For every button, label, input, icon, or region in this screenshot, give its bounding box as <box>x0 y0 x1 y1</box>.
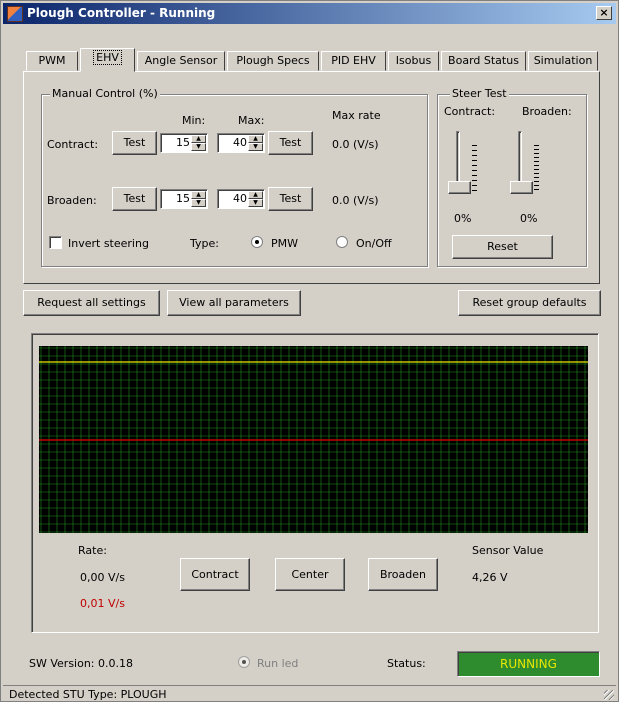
broaden-min-spinner[interactable]: 15 ▲ ▼ <box>160 189 208 209</box>
spin-up-icon[interactable]: ▲ <box>191 191 206 199</box>
sensor-value: 4,26 V <box>472 571 508 584</box>
tab-isobus[interactable]: Isobus <box>388 51 439 71</box>
max-rate-label: Max rate <box>332 109 381 122</box>
contract-min-spinner[interactable]: 15 ▲ ▼ <box>160 133 208 153</box>
sw-version: SW Version: 0.0.18 <box>29 657 133 670</box>
contract-slider-ticks <box>472 145 477 191</box>
status-bar: Detected STU Type: PLOUGH <box>3 685 616 702</box>
invert-steering-checkbox[interactable] <box>49 236 62 249</box>
tab-board-status[interactable]: Board Status <box>441 51 526 71</box>
title-bar[interactable]: Plough Controller - Running × <box>3 3 616 24</box>
rate-value-2: 0,01 V/s <box>80 597 125 610</box>
tab-label: Angle Sensor <box>144 54 218 67</box>
spin-down-icon[interactable]: ▼ <box>248 199 263 207</box>
sensor-value-label: Sensor Value <box>472 544 544 557</box>
close-button[interactable]: × <box>596 6 612 20</box>
contract-min-test-button[interactable]: Test <box>112 131 157 155</box>
spin-up-icon[interactable]: ▲ <box>248 135 263 143</box>
manual-control-legend: Manual Control (%) <box>50 87 160 100</box>
contract-rate-value: 0.0 (V/s) <box>332 138 379 151</box>
tab-plough-specs[interactable]: Plough Specs <box>227 51 319 71</box>
view-all-parameters-button[interactable]: View all parameters <box>167 290 301 316</box>
request-all-settings-button[interactable]: Request all settings <box>23 290 160 316</box>
tab-pwm[interactable]: PWM <box>26 51 78 71</box>
status-label: Status: <box>387 657 426 670</box>
rate-label: Rate: <box>78 544 107 557</box>
type-onoff-label: On/Off <box>356 237 392 250</box>
contract-max-spinner[interactable]: 40 ▲ ▼ <box>217 133 265 153</box>
broaden-label: Broaden: <box>47 194 97 207</box>
spin-down-icon[interactable]: ▼ <box>191 199 206 207</box>
status-indicator: RUNNING <box>457 651 600 677</box>
contract-max-value: 40 <box>233 136 247 149</box>
broaden-button[interactable]: Broaden <box>368 558 438 591</box>
window-title: Plough Controller - Running <box>27 6 216 20</box>
contract-label: Contract: <box>47 138 99 151</box>
tab-angle-sensor[interactable]: Angle Sensor <box>137 51 225 71</box>
run-led-indicator <box>238 656 250 668</box>
broaden-slider-ticks <box>534 145 539 191</box>
center-button[interactable]: Center <box>275 558 345 591</box>
tab-label: Plough Specs <box>236 54 310 67</box>
steer-contract-label: Contract: <box>444 105 496 118</box>
contract-min-value: 15 <box>176 136 190 149</box>
app-icon <box>7 6 23 22</box>
reset-group-defaults-button[interactable]: Reset group defaults <box>458 290 601 316</box>
broaden-min-value: 15 <box>176 192 190 205</box>
type-pmw-label: PMW <box>271 237 299 250</box>
detected-stu-type: Detected STU Type: PLOUGH <box>9 688 167 701</box>
broaden-min-test-button[interactable]: Test <box>112 187 157 211</box>
spin-down-icon[interactable]: ▼ <box>191 143 206 151</box>
steer-broaden-label: Broaden: <box>522 105 572 118</box>
spin-up-icon[interactable]: ▲ <box>191 135 206 143</box>
steer-test-legend: Steer Test <box>450 87 509 100</box>
plough-controller-window: Plough Controller - Running × PWM EHV An… <box>0 0 619 702</box>
spin-down-icon[interactable]: ▼ <box>248 143 263 151</box>
broaden-max-test-button[interactable]: Test <box>268 187 313 211</box>
run-led-label: Run led <box>257 657 299 670</box>
contract-max-test-button[interactable]: Test <box>268 131 313 155</box>
tab-label: Isobus <box>395 54 432 67</box>
max-label: Max: <box>238 114 265 127</box>
tab-label: Simulation <box>533 54 593 67</box>
contract-slider-thumb[interactable] <box>448 181 471 194</box>
tab-label: PWM <box>38 54 66 67</box>
contract-button[interactable]: Contract <box>180 558 250 591</box>
type-label: Type: <box>190 237 219 250</box>
rate-graph <box>39 346 588 533</box>
steer-reset-button[interactable]: Reset <box>452 235 553 259</box>
broaden-slider-thumb[interactable] <box>510 181 533 194</box>
broaden-percent: 0% <box>520 212 538 225</box>
contract-percent: 0% <box>454 212 472 225</box>
tab-label: PID EHV <box>331 54 376 67</box>
tab-ehv[interactable]: EHV <box>80 48 135 72</box>
type-onoff-radio[interactable] <box>336 236 348 248</box>
resize-grip-icon[interactable] <box>604 690 614 700</box>
type-pmw-radio[interactable] <box>251 236 263 248</box>
broaden-rate-value: 0.0 (V/s) <box>332 194 379 207</box>
tab-simulation[interactable]: Simulation <box>528 51 598 71</box>
broaden-max-spinner[interactable]: 40 ▲ ▼ <box>217 189 265 209</box>
min-label: Min: <box>182 114 206 127</box>
rate-value-1: 0,00 V/s <box>80 571 125 584</box>
spin-up-icon[interactable]: ▲ <box>248 191 263 199</box>
invert-steering-label: Invert steering <box>68 237 149 250</box>
tab-label: Board Status <box>448 54 519 67</box>
rate-graph-svg <box>39 346 588 533</box>
tab-pid-ehv[interactable]: PID EHV <box>321 51 386 71</box>
tab-label: EHV <box>93 50 122 65</box>
broaden-max-value: 40 <box>233 192 247 205</box>
